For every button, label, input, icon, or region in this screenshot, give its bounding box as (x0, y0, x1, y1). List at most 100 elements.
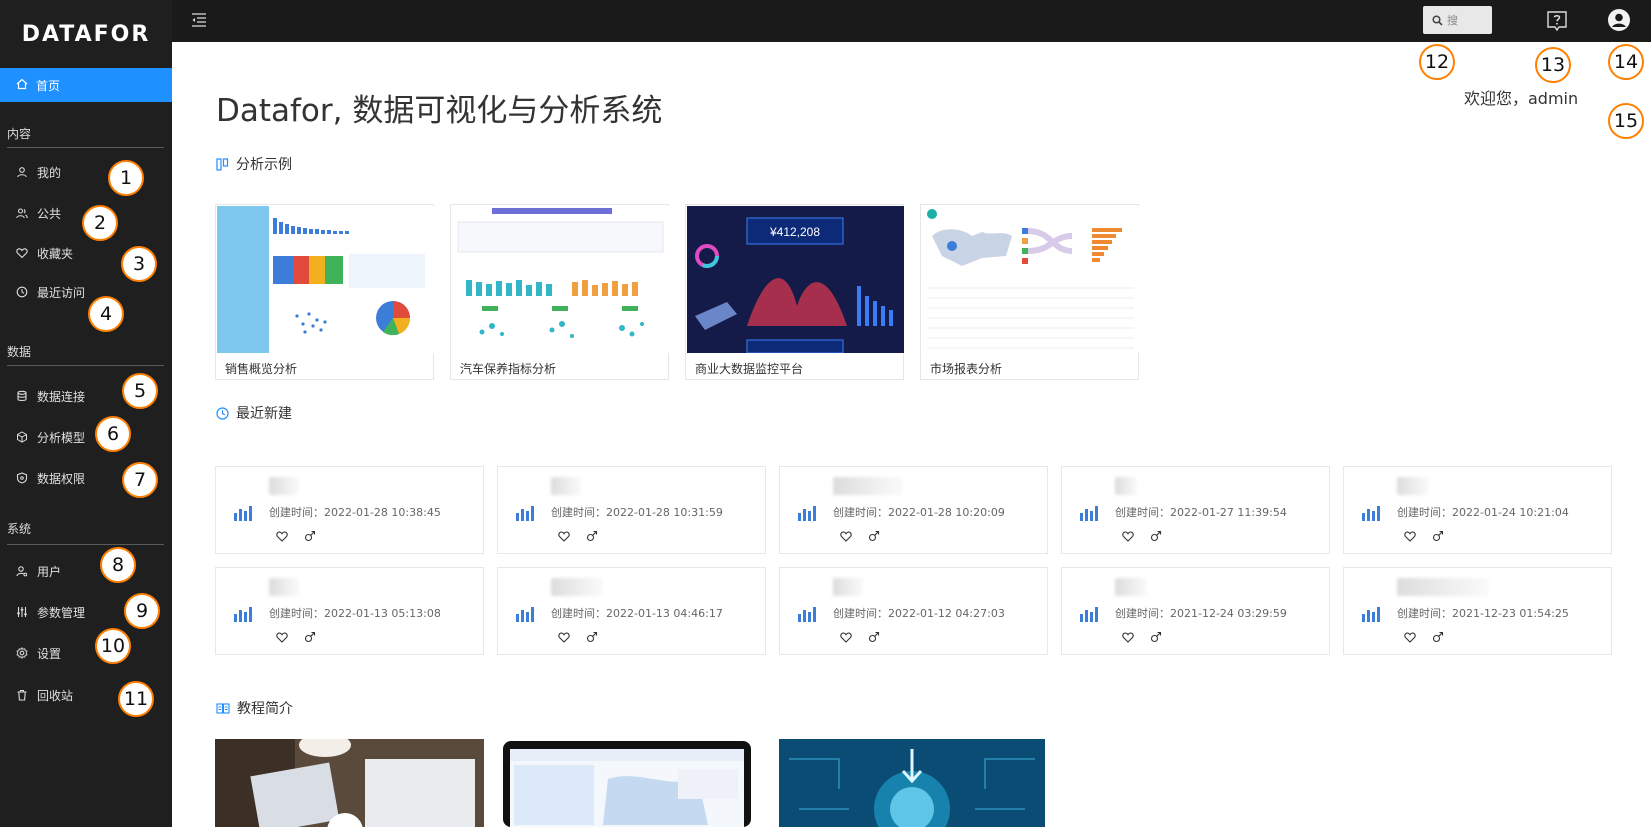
recent-card[interactable]: 创建时间：2022-01-24 10:21:04 (1343, 466, 1612, 554)
favorite-button[interactable] (840, 527, 852, 546)
example-card-bigdata-monitor[interactable]: ¥412,208 商业大数据监控平台 (685, 204, 904, 380)
share-button[interactable] (586, 527, 598, 546)
share-button[interactable] (868, 628, 880, 647)
share-icon (1150, 631, 1162, 643)
menu-fold-icon (192, 13, 206, 27)
favorite-button[interactable] (1404, 628, 1416, 647)
favorite-button[interactable] (1122, 628, 1134, 647)
report-name-blurred (833, 477, 903, 495)
favorite-button[interactable] (276, 527, 288, 546)
share-button[interactable] (586, 628, 598, 647)
search-placeholder: 搜 (1447, 14, 1458, 27)
annotation-4: 4 (88, 296, 124, 332)
section-recent-title: 最近新建 (216, 403, 292, 423)
report-name-blurred (551, 477, 581, 495)
sidebar-item-label: 公共 (37, 206, 62, 221)
share-icon (304, 631, 316, 643)
share-button[interactable] (1150, 527, 1162, 546)
bar-chart-icon (233, 505, 253, 525)
sidebar-item-mine[interactable]: 我的 (0, 159, 172, 185)
share-button[interactable] (304, 527, 316, 546)
report-name-blurred (269, 477, 299, 495)
cube-icon (16, 431, 28, 443)
share-button[interactable] (304, 628, 316, 647)
section-title-content: 内容 (7, 127, 32, 141)
favorite-button[interactable] (1122, 527, 1134, 546)
annotation-14: 14 (1608, 44, 1644, 80)
bar-chart-icon (515, 505, 535, 525)
database-icon (16, 390, 28, 402)
created-time: 创建时间：2022-01-27 11:39:54 (1115, 506, 1287, 519)
share-button[interactable] (1432, 527, 1444, 546)
topbar: 搜 (172, 0, 1651, 42)
favorite-button[interactable] (840, 628, 852, 647)
home-icon (16, 78, 28, 93)
share-button[interactable] (1432, 628, 1444, 647)
share-icon (1432, 530, 1444, 542)
sidebar-item-settings[interactable]: 设置 (0, 640, 172, 666)
help-icon (1547, 11, 1567, 32)
share-button[interactable] (868, 527, 880, 546)
report-name-blurred (833, 578, 863, 596)
recent-card[interactable]: 创建时间：2021-12-23 01:54:25 (1343, 567, 1612, 655)
report-name-blurred (1115, 477, 1137, 495)
card-actions (1122, 628, 1162, 647)
example-card-sales[interactable]: 销售概览分析 (215, 204, 434, 380)
share-button[interactable] (1150, 628, 1162, 647)
bar-chart-icon (1079, 505, 1099, 525)
heart-icon (1404, 531, 1416, 542)
example-label: 销售概览分析 (225, 362, 298, 376)
sidebar-item-label: 用户 (37, 564, 62, 579)
favorite-button[interactable] (558, 527, 570, 546)
gear-icon (16, 647, 28, 659)
heart-icon (276, 531, 288, 542)
favorite-button[interactable] (558, 628, 570, 647)
heart-icon (1404, 632, 1416, 643)
annotation-8: 8 (100, 547, 136, 583)
created-time: 创建时间：2022-01-28 10:31:59 (551, 506, 723, 519)
favorite-button[interactable] (1404, 527, 1416, 546)
recent-card[interactable]: 创建时间：2022-01-13 04:46:17 (497, 567, 766, 655)
user-account-button[interactable] (1607, 8, 1631, 36)
help-button[interactable] (1545, 9, 1569, 37)
divider (7, 147, 164, 148)
sidebar-item-label: 参数管理 (37, 605, 86, 620)
created-time: 创建时间：2021-12-23 01:54:25 (1397, 607, 1569, 620)
sidebar-item-label: 数据连接 (37, 389, 86, 404)
recent-card[interactable]: 创建时间：2022-01-28 10:31:59 (497, 466, 766, 554)
heart-icon (558, 632, 570, 643)
bar-chart-icon (515, 606, 535, 626)
recent-card[interactable]: 创建时间：2022-01-12 04:27:03 (779, 567, 1048, 655)
annotation-2: 2 (82, 205, 118, 241)
example-label: 商业大数据监控平台 (695, 362, 804, 376)
report-name-blurred (551, 578, 603, 596)
annotation-6: 6 (95, 416, 131, 452)
thumbnail-car-dashboard (452, 206, 669, 353)
book-icon (216, 702, 230, 715)
recent-card[interactable]: 创建时间：2022-01-28 10:20:09 (779, 466, 1048, 554)
search-input[interactable]: 搜 (1423, 6, 1492, 34)
tutorial-card-tech[interactable] (779, 739, 1045, 827)
annotation-10: 10 (95, 628, 131, 664)
sidebar-item-users[interactable]: 用户 (0, 558, 172, 584)
favorite-button[interactable] (276, 628, 288, 647)
recent-card[interactable]: 创建时间：2022-01-13 05:13:08 (215, 567, 484, 655)
created-time: 创建时间：2021-12-24 03:29:59 (1115, 607, 1287, 620)
collapse-menu-button[interactable] (191, 12, 207, 31)
recent-card[interactable]: 创建时间：2022-01-27 11:39:54 (1061, 466, 1330, 554)
tutorial-card-laptop[interactable] (498, 739, 756, 827)
recent-card[interactable]: 创建时间：2022-01-28 10:38:45 (215, 466, 484, 554)
section-tutorial-title: 教程简介 (216, 698, 293, 718)
clock-icon (216, 406, 229, 420)
app-window: DATAFOR 首页 内容 我的 公共 收藏夹 最近访问 数据 数据连接 分析模… (0, 0, 1651, 827)
example-card-market-report[interactable]: 市场报表分析 (920, 204, 1139, 380)
tutorial-card-video[interactable] (215, 739, 484, 827)
users-icon (16, 207, 28, 219)
sidebar-item-home[interactable]: 首页 (0, 68, 172, 102)
recent-card[interactable]: 创建时间：2021-12-24 03:29:59 (1061, 567, 1330, 655)
bar-chart-icon (1361, 606, 1381, 626)
heart-icon (16, 247, 28, 259)
sidebar-item-recent[interactable]: 最近访问 (0, 279, 172, 305)
sidebar-item-analysis-model[interactable]: 分析模型 (0, 424, 172, 450)
example-card-car-maintenance[interactable]: 汽车保养指标分析 (450, 204, 669, 380)
